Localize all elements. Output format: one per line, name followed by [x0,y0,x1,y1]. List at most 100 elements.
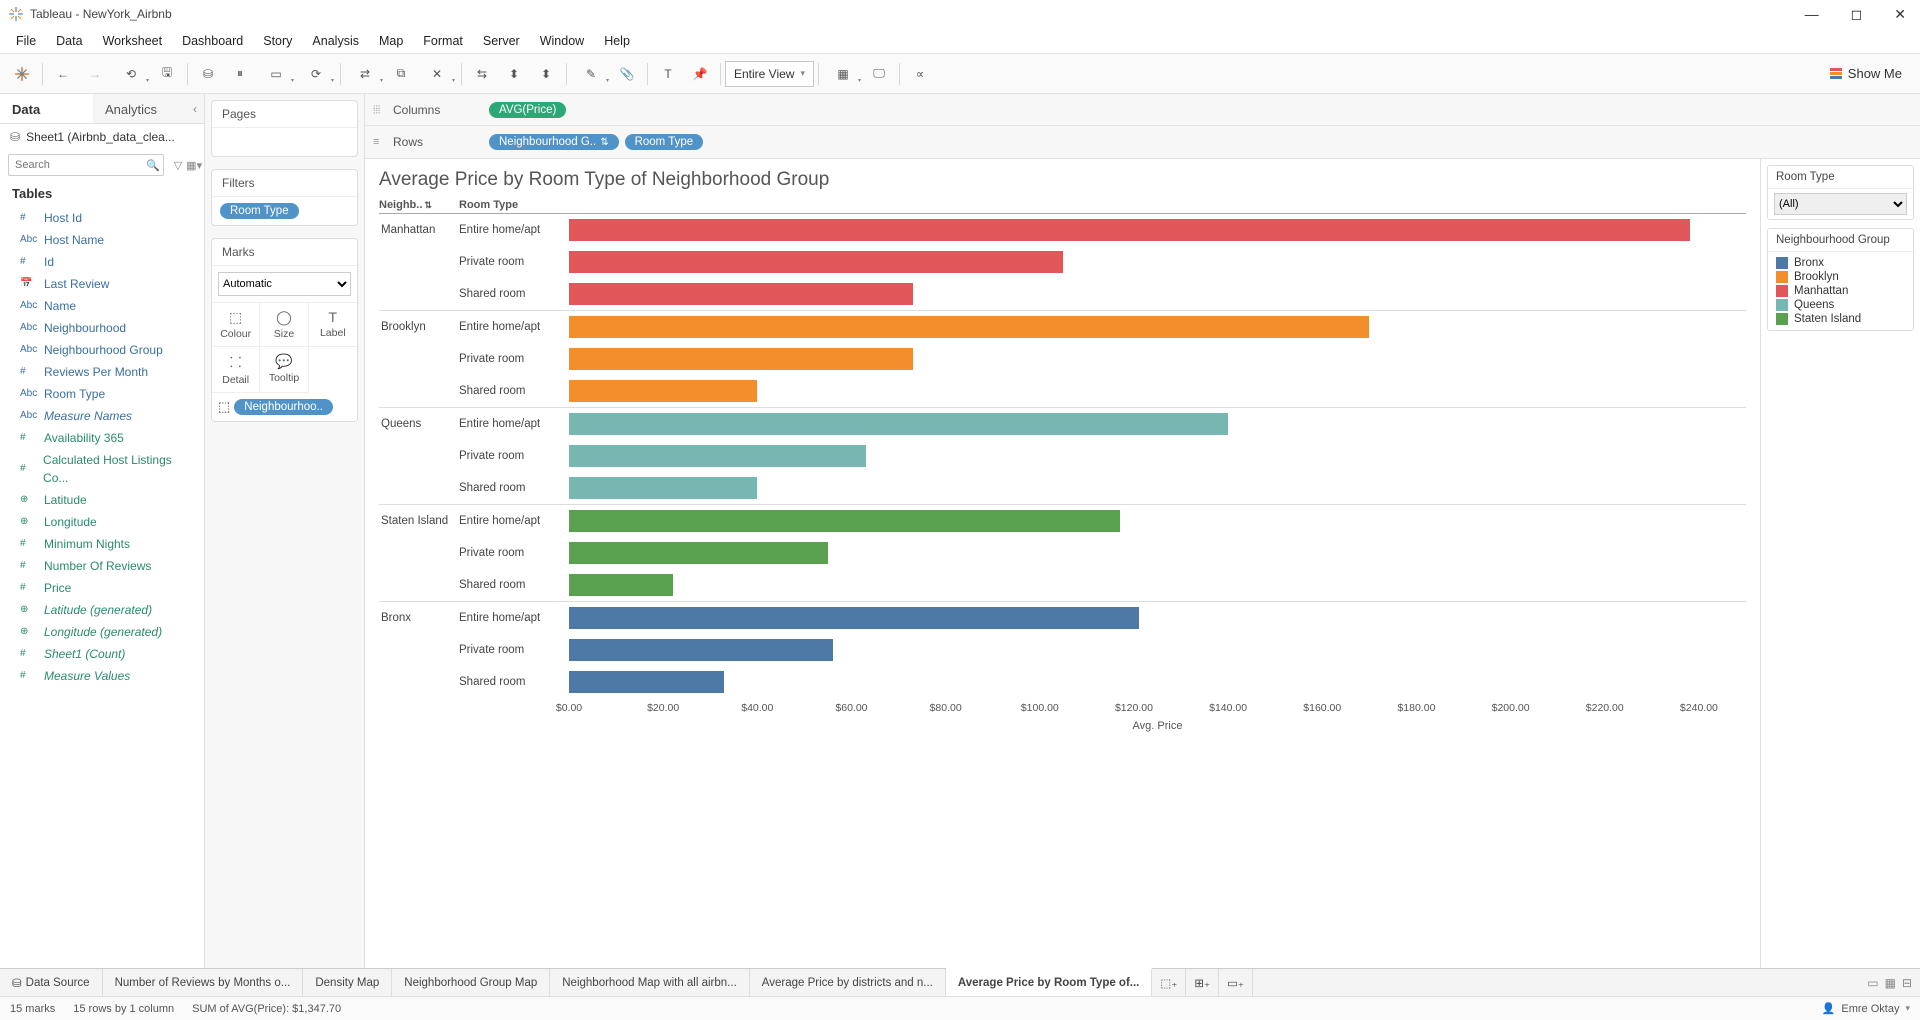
rows-shelf[interactable]: ≡Rows Neighbourhood G.. ⇅ Room Type [365,126,1920,158]
attach-button[interactable]: 📎 [611,60,643,88]
legend-item-manhattan[interactable]: Manhattan [1774,284,1907,298]
legend-item-staten-island[interactable]: Staten Island [1774,312,1907,326]
field-neighbourhood[interactable]: AbcNeighbourhood [0,317,204,339]
field-name[interactable]: AbcName [0,295,204,317]
filters-shelf[interactable]: Filters Room Type [211,169,358,226]
datasource-row[interactable]: ⛁ Sheet1 (Airbnb_data_clea... [0,124,204,150]
bar[interactable] [569,251,1063,273]
bar[interactable] [569,607,1139,629]
bar[interactable] [569,413,1228,435]
undo-button[interactable]: ⟲▾ [111,60,151,88]
sheet-tab-2[interactable]: Neighborhood Group Map [392,969,550,996]
new-worksheet-button[interactable]: ▭▾ [256,60,296,88]
field-id[interactable]: #Id [0,251,204,273]
filter-pill-roomtype[interactable]: Room Type [220,203,299,219]
field-measure-values[interactable]: #Measure Values [0,665,204,687]
analytics-tab[interactable]: Analytics [93,94,186,123]
menu-dashboard[interactable]: Dashboard [172,31,253,51]
legend-item-queens[interactable]: Queens [1774,298,1907,312]
menu-analysis[interactable]: Analysis [302,31,369,51]
collapse-pane-icon[interactable]: ‹ [186,94,204,123]
columns-shelf[interactable]: ⦙⦙⦙Columns AVG(Price) [365,94,1920,126]
label-button[interactable]: T [652,60,684,88]
bar[interactable] [569,445,866,467]
menu-file[interactable]: File [6,31,46,51]
sheet-tab-0[interactable]: Number of Reviews by Months o... [103,969,304,996]
menu-data[interactable]: Data [46,31,92,51]
bar[interactable] [569,510,1120,532]
presentation-button[interactable]: 🖵 [863,60,895,88]
new-story-tab[interactable]: ▭₊ [1219,969,1253,996]
bar[interactable] [569,283,913,305]
new-datasource-button[interactable]: ⛁ [192,60,224,88]
field-longitude[interactable]: ⊕Longitude [0,511,204,533]
legend-item-brooklyn[interactable]: Brooklyn [1774,270,1907,284]
menu-worksheet[interactable]: Worksheet [93,31,173,51]
rows-pill-roomtype[interactable]: Room Type [625,134,704,150]
menu-server[interactable]: Server [473,31,530,51]
show-cards-button[interactable]: ▦▾ [823,60,863,88]
menu-window[interactable]: Window [530,31,594,51]
save-button[interactable]: 🖫 [151,60,183,88]
menu-story[interactable]: Story [253,31,302,51]
status-user[interactable]: Emre Oktay [1841,1003,1899,1015]
user-menu-caret-icon[interactable]: ▾ [1905,1003,1910,1014]
field-number-of-reviews[interactable]: #Number Of Reviews [0,555,204,577]
window-close-icon[interactable]: ✕ [1888,4,1912,25]
share-button[interactable]: ∝ [904,60,936,88]
field-calculated-host-listings-co-[interactable]: #Calculated Host Listings Co... [0,449,204,489]
field-latitude[interactable]: ⊕Latitude [0,489,204,511]
duplicate-button[interactable]: ⧉ [385,60,417,88]
marks-label-button[interactable]: TLabel [309,303,357,347]
roomtype-filter-select[interactable]: (All) [1774,193,1907,215]
marks-tooltip-button[interactable]: 💬Tooltip [260,347,308,393]
forward-button[interactable]: → [79,60,111,88]
bar[interactable] [569,380,757,402]
pin-button[interactable]: 📌 [684,60,716,88]
field-room-type[interactable]: AbcRoom Type [0,383,204,405]
sheet-tab-5[interactable]: Average Price by Room Type of... [946,968,1153,996]
bar[interactable] [569,574,673,596]
field-availability-365[interactable]: #Availability 365 [0,427,204,449]
menu-map[interactable]: Map [369,31,413,51]
window-minimize-icon[interactable]: — [1799,4,1825,25]
bar[interactable] [569,671,724,693]
refresh-button[interactable]: ⟳▾ [296,60,336,88]
view-options-icon[interactable]: ▦▾ [186,159,202,172]
marks-type-select[interactable]: Automatic [218,272,351,296]
swap-button[interactable]: ⇄▾ [345,60,385,88]
header-neighbourhood[interactable]: Neighb..⇅ [379,199,459,211]
marks-color-pill[interactable]: Neighbourhoo.. [234,399,333,415]
field-last-review[interactable]: 📅Last Review [0,273,204,295]
bar[interactable] [569,316,1369,338]
sort-desc-button[interactable]: ⬍ [530,60,562,88]
show-filmstrip-icon[interactable]: ▭ [1867,976,1878,990]
back-button[interactable]: ← [47,60,79,88]
data-tab[interactable]: Data [0,94,93,123]
field-neighbourhood-group[interactable]: AbcNeighbourhood Group [0,339,204,361]
bar[interactable] [569,639,833,661]
field-reviews-per-month[interactable]: #Reviews Per Month [0,361,204,383]
sort-asc-button[interactable]: ⬍ [498,60,530,88]
field-latitude-generated-[interactable]: ⊕Latitude (generated) [0,599,204,621]
sheet-tab-4[interactable]: Average Price by districts and n... [750,969,946,996]
sheet-tab-1[interactable]: Density Map [303,969,392,996]
field-price[interactable]: #Price [0,577,204,599]
header-roomtype[interactable]: Room Type [459,199,569,211]
field-sheet1-count-[interactable]: #Sheet1 (Count) [0,643,204,665]
field-host-name[interactable]: AbcHost Name [0,229,204,251]
show-sheets-icon[interactable]: ▦ [1885,976,1896,990]
window-maximize-icon[interactable]: ◻ [1845,4,1869,25]
bar[interactable] [569,348,913,370]
view-mode-select[interactable]: Entire View▾ [725,61,814,87]
sort-swap-icon[interactable]: ⇆ [466,60,498,88]
show-sorter-icon[interactable]: ⊟ [1902,976,1912,990]
field-measure-names[interactable]: AbcMeasure Names [0,405,204,427]
filter-icon[interactable]: ▽ [174,159,182,172]
marks-detail-button[interactable]: ⸬Detail [212,347,260,393]
new-worksheet-tab[interactable]: ⬚₊ [1152,969,1186,996]
data-source-tab[interactable]: ⛁Data Source [0,969,103,996]
field-host-id[interactable]: #Host Id [0,207,204,229]
field-minimum-nights[interactable]: #Minimum Nights [0,533,204,555]
rows-pill-neighbourhood[interactable]: Neighbourhood G.. ⇅ [489,134,619,150]
